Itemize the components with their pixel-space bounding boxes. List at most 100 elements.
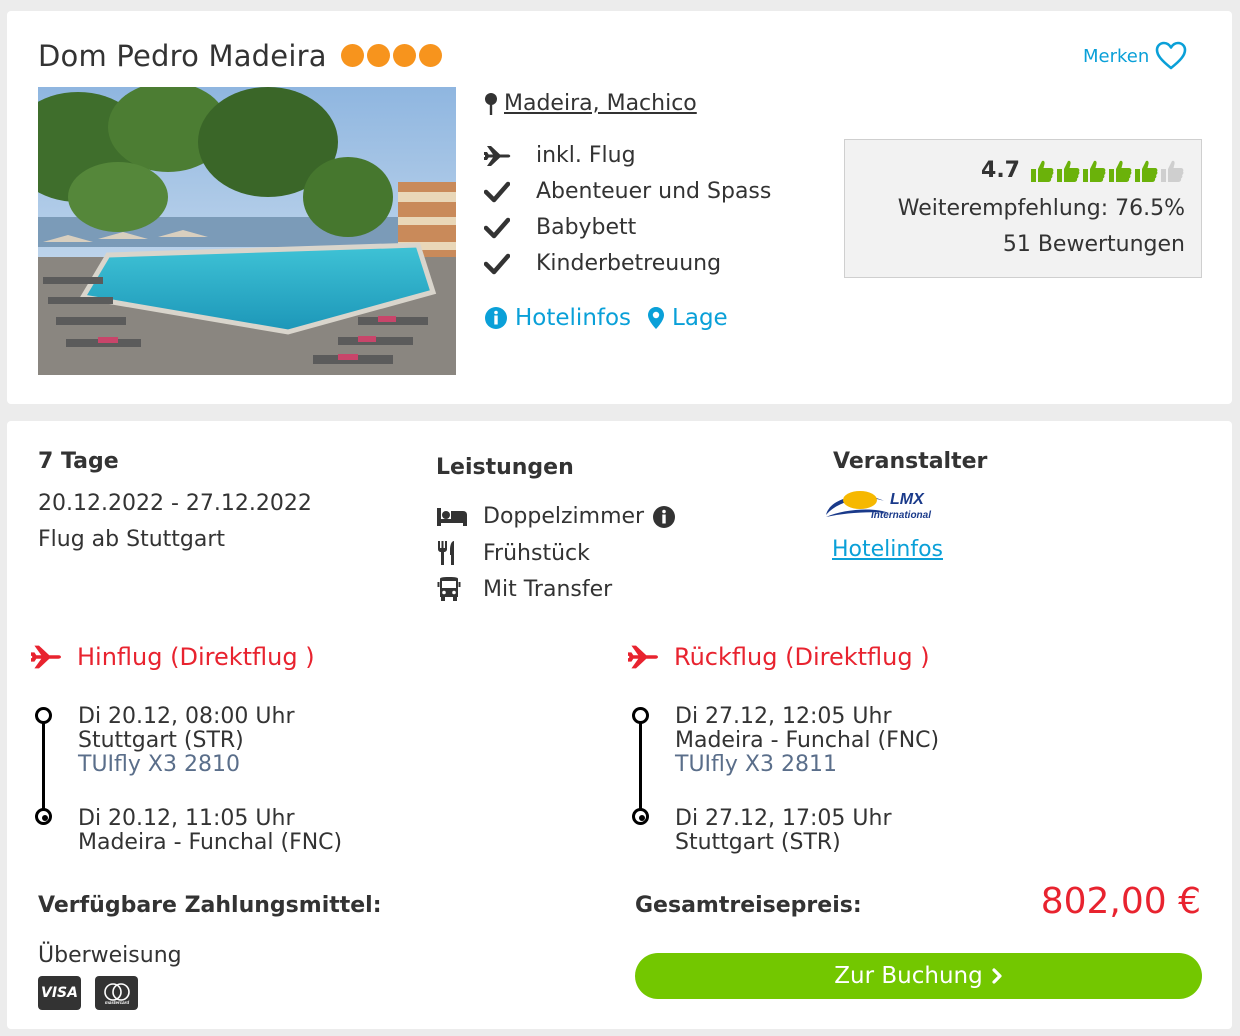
feature-item: Abenteuer und Spass bbox=[484, 179, 771, 204]
feature-item: Kinderbetreuung bbox=[484, 251, 721, 276]
fork-knife-icon bbox=[438, 541, 454, 565]
total-price: 802,00 € bbox=[1040, 881, 1201, 922]
plane-icon bbox=[31, 645, 61, 669]
recommendation-rate: Weiterempfehlung: 76.5% bbox=[897, 196, 1185, 221]
lage-link[interactable]: Lage bbox=[647, 305, 728, 331]
booking-button[interactable]: Zur Buchung bbox=[635, 953, 1202, 999]
svg-text:LMX: LMX bbox=[890, 491, 925, 508]
departure-time: Di 20.12, 08:00 Uhr bbox=[78, 704, 295, 729]
feature-label: Babybett bbox=[536, 215, 637, 240]
leistung-item: Mit Transfer bbox=[436, 576, 612, 602]
visa-card-icon: VISA bbox=[38, 976, 81, 1010]
svg-text:mastercard: mastercard bbox=[104, 1000, 129, 1005]
star-dot-icon bbox=[393, 44, 416, 67]
check-icon bbox=[484, 253, 510, 274]
svg-text:International: International bbox=[871, 510, 931, 521]
feature-item: Babybett bbox=[484, 215, 636, 240]
leistungen-title: Leistungen bbox=[436, 455, 574, 480]
merken-button[interactable]: Merken bbox=[1083, 41, 1187, 71]
outbound-arrival: Di 20.12, 11:05 Uhr Madeira - Funchal (F… bbox=[78, 807, 342, 855]
info-circle-icon[interactable] bbox=[652, 505, 676, 529]
thumbs-up-icon bbox=[1031, 160, 1054, 182]
hotel-info-links: Hotelinfos Lage bbox=[484, 305, 728, 331]
timeline-line bbox=[639, 721, 642, 817]
timeline-start-icon bbox=[35, 707, 52, 724]
arrival-time: Di 27.12, 17:05 Uhr bbox=[675, 806, 892, 831]
departure-airport: Madeira - Funchal (FNC) bbox=[675, 728, 940, 753]
timeline-end-icon bbox=[35, 808, 52, 825]
trip-duration: 7 Tage bbox=[38, 449, 119, 474]
star-dot-icon bbox=[419, 44, 442, 67]
feature-label: Abenteuer und Spass bbox=[536, 179, 772, 204]
veranstalter-title: Veranstalter bbox=[833, 449, 988, 474]
hotel-name[interactable]: Dom Pedro Madeira bbox=[38, 39, 327, 73]
feature-label: inkl. Flug bbox=[536, 143, 636, 168]
offer-card: 7 Tage 20.12.2022 - 27.12.2022 Flug ab S… bbox=[7, 421, 1232, 1029]
leistung-label: Frühstück bbox=[483, 540, 590, 566]
check-icon bbox=[484, 217, 510, 238]
rating-score: 4.7 bbox=[981, 158, 1020, 183]
arrival-airport: Stuttgart (STR) bbox=[675, 830, 841, 855]
timeline-line bbox=[42, 721, 45, 817]
return-departure: Di 27.12, 12:05 Uhr Madeira - Funchal (F… bbox=[675, 705, 939, 777]
trip-dates: 20.12.2022 - 27.12.2022 bbox=[38, 491, 312, 516]
veranstalter-hotelinfos-link[interactable]: Hotelinfos bbox=[832, 537, 943, 562]
rating-thumbs bbox=[1030, 159, 1185, 183]
info-circle-icon bbox=[485, 307, 507, 329]
feature-label: Kinderbetreuung bbox=[536, 251, 722, 276]
booking-button-label: Zur Buchung bbox=[834, 963, 983, 989]
chevron-right-icon bbox=[992, 968, 1002, 984]
mastercard-icon: mastercard bbox=[95, 976, 138, 1010]
hotelinfos-label: Hotelinfos bbox=[515, 305, 632, 331]
leistung-item: Doppelzimmer bbox=[436, 504, 676, 529]
review-count: 51 Bewertungen bbox=[1002, 232, 1185, 257]
check-icon bbox=[484, 181, 510, 202]
airline-flight-number: TUIfly X3 2810 bbox=[78, 752, 240, 777]
lmx-logo-icon: LMX International bbox=[826, 491, 931, 521]
leistung-label: Mit Transfer bbox=[483, 576, 613, 602]
thumbs-up-icon bbox=[1161, 160, 1184, 182]
hotel-card: Dom Pedro Madeira Merken Madeira, Machic… bbox=[7, 11, 1232, 404]
outbound-flight-header: Hinflug (Direktflug ) bbox=[31, 643, 315, 671]
departure-time: Di 27.12, 12:05 Uhr bbox=[675, 704, 892, 729]
plane-icon bbox=[628, 645, 658, 669]
return-arrival: Di 27.12, 17:05 Uhr Stuttgart (STR) bbox=[675, 807, 892, 855]
hotel-star-rating bbox=[341, 44, 442, 67]
rating-box[interactable]: 4.7 Weiterempfehlung: 76.5% 51 Bewertung… bbox=[844, 139, 1202, 278]
bed-icon bbox=[437, 507, 467, 526]
timeline-end-icon bbox=[632, 808, 649, 825]
hotel-photo[interactable] bbox=[38, 87, 456, 375]
plane-icon bbox=[484, 145, 511, 166]
feature-item: inkl. Flug bbox=[484, 143, 636, 168]
star-dot-icon bbox=[341, 44, 364, 67]
departure-airport: Stuttgart (STR) bbox=[78, 728, 244, 753]
bus-icon bbox=[437, 577, 461, 601]
thumbs-up-icon bbox=[1057, 160, 1080, 182]
total-price-label: Gesamtreisepreis: bbox=[635, 893, 862, 918]
outbound-departure: Di 20.12, 08:00 Uhr Stuttgart (STR) TUIf… bbox=[78, 705, 295, 777]
rating-score-row: 4.7 bbox=[981, 158, 1185, 183]
thumbs-up-icon bbox=[1083, 160, 1106, 182]
hotel-location[interactable]: Madeira, Machico bbox=[484, 91, 697, 116]
leistung-item: Frühstück bbox=[436, 540, 590, 566]
payment-title: Verfügbare Zahlungsmittel: bbox=[38, 893, 382, 918]
outbound-flight-title: Hinflug (Direktflug ) bbox=[77, 643, 315, 671]
heart-icon bbox=[1155, 41, 1187, 70]
arrival-airport: Madeira - Funchal (FNC) bbox=[78, 830, 343, 855]
payment-method: Überweisung bbox=[38, 943, 182, 968]
return-flight-title: Rückflug (Direktflug ) bbox=[674, 643, 930, 671]
merken-label: Merken bbox=[1083, 45, 1150, 67]
veranstalter-logo: LMX International bbox=[824, 487, 939, 529]
location-link[interactable]: Madeira, Machico bbox=[504, 91, 697, 116]
hotelinfos-link[interactable]: Hotelinfos bbox=[484, 305, 631, 331]
timeline-start-icon bbox=[632, 707, 649, 724]
map-pin-icon bbox=[485, 92, 497, 115]
return-flight-header: Rückflug (Direktflug ) bbox=[628, 643, 930, 671]
arrival-time: Di 20.12, 11:05 Uhr bbox=[78, 806, 295, 831]
airline-flight-number: TUIfly X3 2811 bbox=[675, 752, 837, 777]
thumbs-up-icon bbox=[1109, 160, 1132, 182]
lage-label: Lage bbox=[672, 305, 728, 331]
map-marker-icon bbox=[648, 307, 665, 329]
star-dot-icon bbox=[367, 44, 390, 67]
thumbs-up-icon bbox=[1135, 160, 1158, 182]
